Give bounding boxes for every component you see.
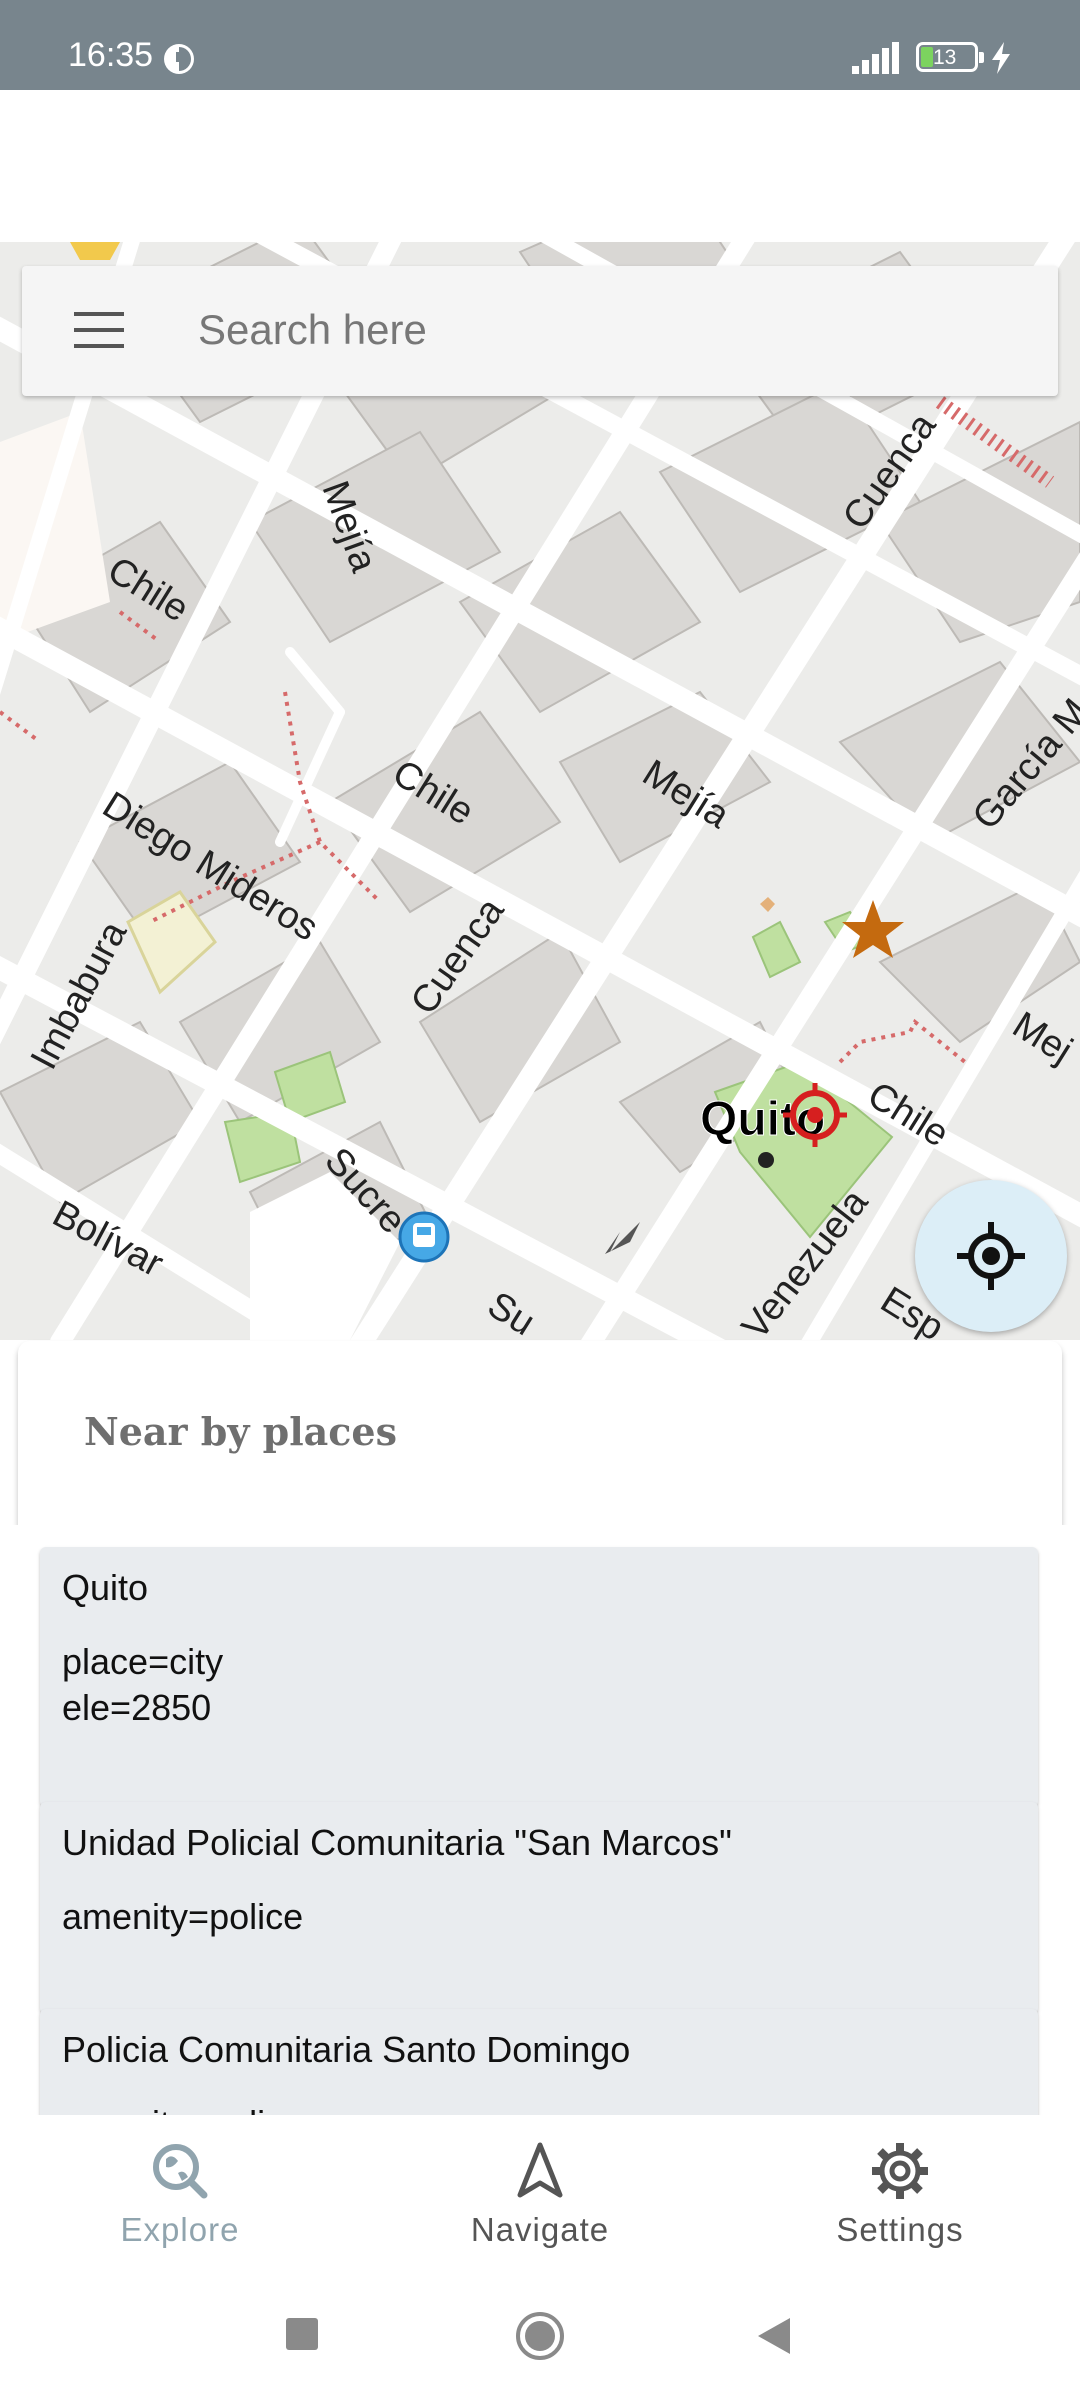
back-icon[interactable]	[756, 2316, 792, 2356]
nearby-title: Near by places	[84, 1409, 397, 1454]
recents-icon[interactable]	[286, 2318, 318, 2350]
bus-stop-icon	[398, 1211, 450, 1263]
home-icon[interactable]	[514, 2310, 566, 2362]
place-tag: ele=2850	[62, 1687, 212, 1728]
nearby-sheet-header[interactable]: Near by places	[18, 1341, 1062, 1525]
system-navigation-bar	[0, 2270, 1080, 2400]
battery-level: 13	[933, 46, 957, 69]
status-time: 16:35	[68, 36, 154, 74]
nav-navigate[interactable]: Navigate	[390, 2115, 690, 2270]
status-bar: 16:35 13	[0, 0, 1080, 90]
place-card[interactable]: Policia Comunitaria Santo Domingo amenit…	[40, 2009, 1038, 2115]
bottom-navigation: Explore Navigate Settings	[0, 2115, 1080, 2272]
data-saver-icon	[164, 44, 194, 74]
place-card[interactable]: Quito place=city ele=2850	[40, 1547, 1038, 1807]
place-name: Quito	[62, 1567, 149, 1608]
nav-settings[interactable]: Settings	[750, 2115, 1050, 2270]
signal-icon	[852, 42, 899, 74]
street-label-su: Su	[480, 1284, 542, 1340]
charging-icon	[992, 42, 1010, 74]
street-label-mej: Mej	[1005, 1004, 1079, 1072]
place-card[interactable]: Unidad Policial Comunitaria "San Marcos"…	[40, 1802, 1038, 2014]
explore-icon	[153, 2144, 208, 2199]
navigate-icon	[517, 2142, 563, 2198]
small-poi-icon	[760, 897, 775, 912]
place-tag: amenity=police	[62, 1896, 304, 1937]
top-spacer	[0, 90, 1080, 242]
place-tag: amenity=police	[62, 2103, 303, 2115]
battery-icon: 13	[916, 42, 984, 72]
my-location-button[interactable]	[915, 1180, 1067, 1332]
one-way-arrow-icon	[605, 1222, 640, 1254]
nav-settings-label: Settings	[836, 2211, 964, 2248]
nav-navigate-label: Navigate	[470, 2211, 610, 2248]
nav-explore-label: Explore	[120, 2211, 240, 2248]
nav-explore[interactable]: Explore	[30, 2115, 330, 2270]
place-tag: place=city	[62, 1641, 224, 1682]
search-input[interactable]: Search here	[198, 306, 427, 354]
settings-icon	[872, 2143, 928, 2199]
map-canvas[interactable]: Chile Mejía Cuenca Chile Mejía Cuenca Ga…	[0, 242, 1080, 1340]
crosshair-icon	[957, 1222, 1025, 1290]
place-name: Unidad Policial Comunitaria "San Marcos"	[62, 1822, 732, 1863]
search-bar[interactable]: Search here	[22, 266, 1058, 396]
hamburger-menu-icon[interactable]	[72, 306, 132, 356]
city-dot	[758, 1152, 774, 1168]
place-name: Policia Comunitaria Santo Domingo	[62, 2029, 631, 2070]
nearby-list[interactable]: Quito place=city ele=2850 Unidad Policia…	[0, 1525, 1080, 2115]
map-view[interactable]: Chile Mejía Cuenca Chile Mejía Cuenca Ga…	[0, 242, 1080, 1340]
